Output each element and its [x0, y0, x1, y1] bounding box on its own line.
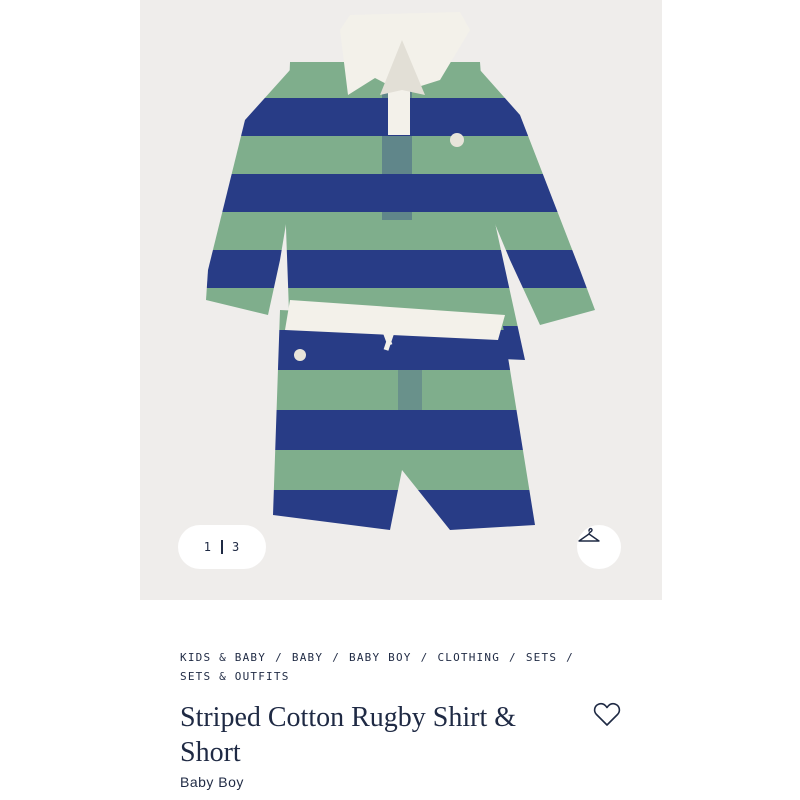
breadcrumb-separator: / [275, 651, 283, 664]
breadcrumb-separator: / [332, 651, 341, 664]
size-guide-button[interactable] [577, 525, 621, 569]
breadcrumb-sets[interactable]: SETS [526, 651, 557, 664]
pager-current: 1 [203, 540, 212, 554]
breadcrumb-separator: / [566, 651, 574, 664]
wishlist-button[interactable] [592, 700, 622, 728]
breadcrumb-baby-boy[interactable]: BABY BOY [349, 651, 412, 664]
breadcrumb-clothing[interactable]: CLOTHING [437, 651, 500, 664]
heart-icon [593, 702, 621, 726]
image-pager[interactable]: 1 3 [178, 525, 266, 569]
hanger-icon [578, 527, 600, 542]
breadcrumb-kids-baby[interactable]: KIDS & BABY [180, 651, 266, 664]
pager-divider [221, 540, 223, 554]
product-photo [206, 12, 595, 530]
breadcrumb: KIDS & BABY / BABY / BABY BOY / CLOTHING / SETS /… [180, 648, 600, 686]
breadcrumb-baby[interactable]: BABY [292, 651, 323, 664]
breadcrumb-separator: / [420, 651, 429, 664]
breadcrumb-sets-outfits[interactable]: SETS & OUTFITS [180, 670, 290, 683]
product-image[interactable]: 1 3 [140, 0, 662, 600]
breadcrumb-separator: / [509, 651, 517, 664]
pager-total: 3 [232, 540, 241, 554]
product-subtitle: Baby Boy [180, 774, 244, 790]
product-title: Striped Cotton Rugby Shirt & Short [180, 702, 517, 768]
